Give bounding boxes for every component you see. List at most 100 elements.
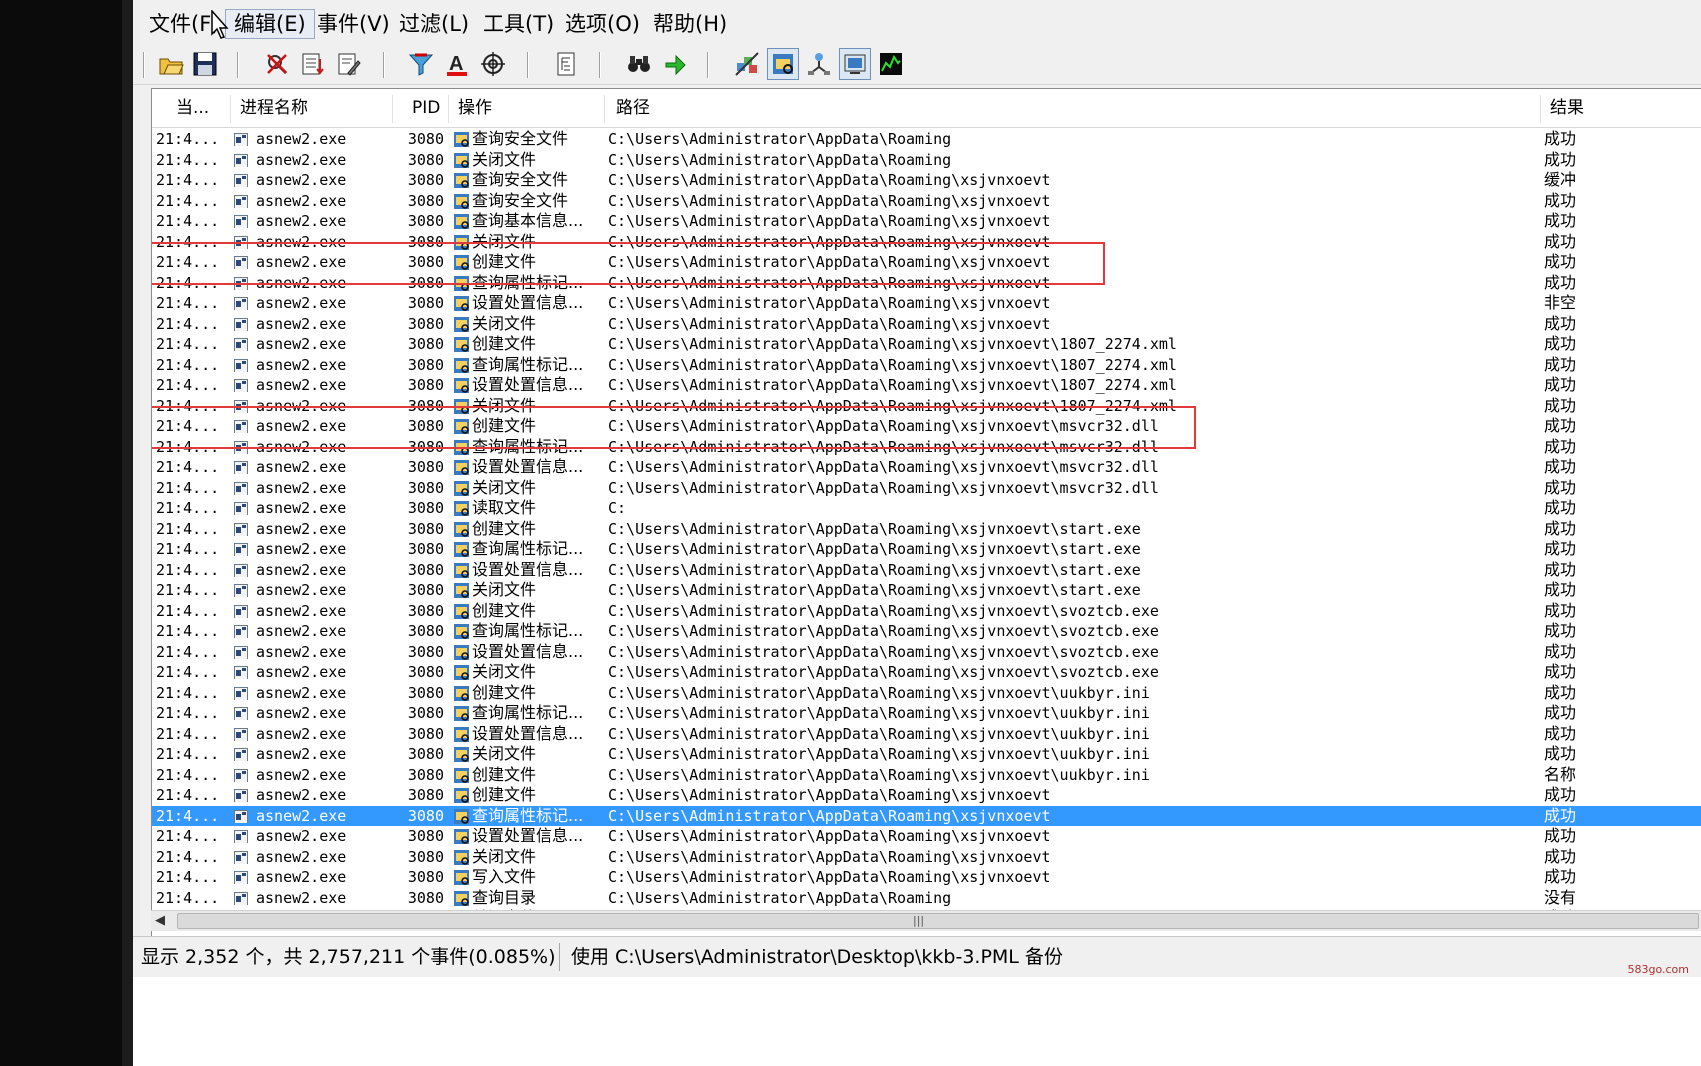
watermark: 583go.com <box>1627 963 1689 976</box>
cell-result: 成功 <box>1544 477 1577 497</box>
menu-tools[interactable]: 工具(T) <box>475 10 562 38</box>
cell-time: 21:4... <box>156 478 220 497</box>
cell-process: asnew2.exe <box>256 868 347 886</box>
table-row[interactable]: 21:4... asnew2.exe 3080 创建文件 C:\Users\Admini… <box>152 683 1701 704</box>
table-row[interactable]: 21:4... asnew2.exe 3080 查询安全文件 C:\Users\Admi… <box>152 170 1701 191</box>
table-row[interactable]: 21:4... asnew2.exe 3080 创建文件 C:\Users\Admini… <box>152 765 1701 786</box>
table-row[interactable]: 21:4... asnew2.exe 3080 设置处置信息... C:\Users\A… <box>152 560 1701 581</box>
process-icon <box>234 522 248 536</box>
profiling-activity-icon[interactable] <box>875 48 907 80</box>
capture-icon[interactable] <box>261 48 293 80</box>
table-row[interactable]: 21:4... asnew2.exe 3080 关闭文件 C:\Users\Admini… <box>152 662 1701 683</box>
highlight-icon[interactable]: A <box>441 48 473 80</box>
jump-icon[interactable] <box>659 48 691 80</box>
cell-path: C:\Users\Administrator\AppData\Roaming\x… <box>608 806 1051 825</box>
menu-event[interactable]: 事件(V) <box>309 10 398 38</box>
process-icon <box>234 378 248 392</box>
cell-result: 成功 <box>1544 149 1577 169</box>
find-icon[interactable] <box>623 48 655 80</box>
process-icon <box>234 419 248 433</box>
process-icon <box>234 317 248 331</box>
table-row[interactable]: 21:4... asnew2.exe 3080 查询属性标记... C:\Users\A… <box>152 539 1701 560</box>
filesystem-icon <box>453 767 470 784</box>
cell-operation: 查询属性标记... <box>472 805 584 825</box>
event-list[interactable]: 当... 进程名称 PID 操作 路径 结果 21:4... asnew2.exe… <box>151 88 1701 995</box>
cell-result: 非空 <box>1544 293 1577 312</box>
header-operation[interactable]: 操作 <box>454 89 492 127</box>
table-row[interactable]: 21:4... asnew2.exe 3080 关闭文件 C:\Users\Admini… <box>152 580 1701 601</box>
process-tree-icon[interactable] <box>551 48 583 80</box>
menu-options[interactable]: 选项(O) <box>557 10 648 38</box>
cell-operation: 设置处置信息... <box>472 457 584 476</box>
table-row[interactable]: 21:4... asnew2.exe 3080 创建文件 C:\Users\Admini… <box>152 785 1701 806</box>
table-row[interactable]: 21:4... asnew2.exe 3080 查询基本信息... C:\Users\A… <box>152 211 1701 232</box>
cell-path: C:\Users\Administrator\AppData\Roaming\x… <box>608 437 1159 456</box>
table-row[interactable]: 21:4... asnew2.exe 3080 设置处置信息... C:\Users\A… <box>152 826 1701 847</box>
table-row[interactable]: 21:4... asnew2.exe 3080 查询目录 C:\Users\Admini… <box>152 888 1701 909</box>
cell-operation: 关闭文件 <box>472 231 537 251</box>
table-row[interactable]: 21:4... asnew2.exe 3080 创建文件 C:\Users\Admini… <box>152 519 1701 540</box>
menu-edit[interactable]: 编辑(E) <box>225 9 315 39</box>
table-row[interactable]: 21:4... asnew2.exe 3080 查询属性标记... C:\Users\A… <box>152 437 1701 458</box>
cell-path: C:\Users\Administrator\AppData\Roaming\x… <box>608 191 1051 210</box>
table-row[interactable]: 21:4... asnew2.exe 3080 写入文件 C:\Users\Admini… <box>152 867 1701 888</box>
filesystem-activity-icon[interactable] <box>767 48 799 80</box>
status-bar: 显示 2,352 个，共 2,757,211 个事件(0.085%) 使用 C:… <box>133 936 1701 977</box>
cell-path: C:\Users\Administrator\AppData\Roaming\x… <box>608 478 1159 497</box>
table-row[interactable]: 21:4... asnew2.exe 3080 关闭文件 C:\Users\Admini… <box>152 232 1701 253</box>
table-row[interactable]: 21:4... asnew2.exe 3080 查询属性标记... C:\Users\A… <box>152 355 1701 376</box>
process-icon <box>234 542 248 556</box>
cell-process: asnew2.exe <box>256 437 347 456</box>
table-row[interactable]: 21:4... asnew2.exe 3080 关闭文件 C:\Users\Admini… <box>152 847 1701 868</box>
table-row[interactable]: 21:4... asnew2.exe 3080 查询属性标记... C:\Users\A… <box>152 805 1701 826</box>
table-row[interactable]: 21:4... asnew2.exe 3080 关闭文件 C:\Users\Admini… <box>152 314 1701 335</box>
table-row[interactable]: 21:4... asnew2.exe 3080 设置处置信息... C:\Users\A… <box>152 375 1701 396</box>
scrollbar-thumb[interactable]: ||| <box>177 913 1699 929</box>
cell-pid: 3080 <box>407 335 444 353</box>
table-row[interactable]: 21:4... asnew2.exe 3080 查询安全文件 C:\Users\Admi… <box>152 191 1701 212</box>
menu-filter[interactable]: 过滤(L) <box>391 10 477 38</box>
filesystem-icon <box>453 459 470 476</box>
header-pid[interactable]: PID <box>408 89 440 127</box>
network-activity-icon[interactable] <box>803 48 835 80</box>
horizontal-scrollbar[interactable]: ◀ ||| <box>151 910 1701 931</box>
cell-result: 名称 <box>1544 764 1577 784</box>
table-row[interactable]: 21:4... asnew2.exe 3080 设置处置信息... C:\Users\A… <box>152 724 1701 745</box>
table-row[interactable]: 21:4... asnew2.exe 3080 创建文件 C:\Users\Admini… <box>152 416 1701 437</box>
header-time[interactable]: 当... <box>172 89 209 127</box>
cell-pid: 3080 <box>407 683 444 702</box>
table-row[interactable]: 21:4... asnew2.exe 3080 设置处置信息... C:\Users\A… <box>152 293 1701 314</box>
table-row[interactable]: 21:4... asnew2.exe 3080 设置处置信息... C:\Users\A… <box>152 642 1701 663</box>
table-row[interactable]: 21:4... asnew2.exe 3080 读取文件 C: 成功 <box>152 498 1701 519</box>
scroll-left-icon[interactable]: ◀ <box>155 913 169 929</box>
table-row[interactable]: 21:4... asnew2.exe 3080 查询安全文件 C:\Users\Admi… <box>152 129 1701 150</box>
header-path[interactable]: 路径 <box>612 89 650 127</box>
autoscroll-icon[interactable] <box>297 48 329 80</box>
target-icon[interactable] <box>477 48 509 80</box>
table-header: 当... 进程名称 PID 操作 路径 结果 <box>152 89 1701 128</box>
table-row[interactable]: 21:4... asnew2.exe 3080 关闭文件 C:\Users\Admini… <box>152 396 1701 417</box>
table-row[interactable]: 21:4... asnew2.exe 3080 查询属性标记... C:\Users\A… <box>152 273 1701 294</box>
process-activity-icon[interactable] <box>839 48 871 80</box>
clear-icon[interactable] <box>333 48 365 80</box>
registry-activity-icon[interactable] <box>731 48 763 80</box>
table-row[interactable]: 21:4... asnew2.exe 3080 创建文件 C:\Users\Admini… <box>152 334 1701 355</box>
cell-pid: 3080 <box>407 355 444 374</box>
table-row[interactable]: 21:4... asnew2.exe 3080 关闭文件 C:\Users\Admini… <box>152 744 1701 765</box>
save-icon[interactable] <box>189 48 221 80</box>
table-row[interactable]: 21:4... asnew2.exe 3080 关闭文件 C:\Users\Admini… <box>152 150 1701 171</box>
table-row[interactable]: 21:4... asnew2.exe 3080 关闭文件 C:\Users\Admini… <box>152 478 1701 499</box>
table-row[interactable]: 21:4... asnew2.exe 3080 查询属性标记... C:\Users\A… <box>152 621 1701 642</box>
table-row[interactable]: 21:4... asnew2.exe 3080 查询属性标记... C:\Users\A… <box>152 703 1701 724</box>
process-icon <box>234 276 248 290</box>
table-row[interactable]: 21:4... asnew2.exe 3080 创建文件 C:\Users\Admini… <box>152 601 1701 622</box>
header-process[interactable]: 进程名称 <box>236 89 308 127</box>
open-icon[interactable] <box>155 48 187 80</box>
filter-icon[interactable] <box>405 48 437 80</box>
cell-time: 21:4... <box>156 212 220 230</box>
menu-help[interactable]: 帮助(H) <box>645 10 735 38</box>
table-row[interactable]: 21:4... asnew2.exe 3080 设置处置信息... C:\Users\A… <box>152 457 1701 478</box>
table-row[interactable]: 21:4... asnew2.exe 3080 创建文件 C:\Users\Admini… <box>152 252 1701 273</box>
cell-process: asnew2.exe <box>256 499 347 517</box>
header-result[interactable]: 结果 <box>1546 89 1584 127</box>
